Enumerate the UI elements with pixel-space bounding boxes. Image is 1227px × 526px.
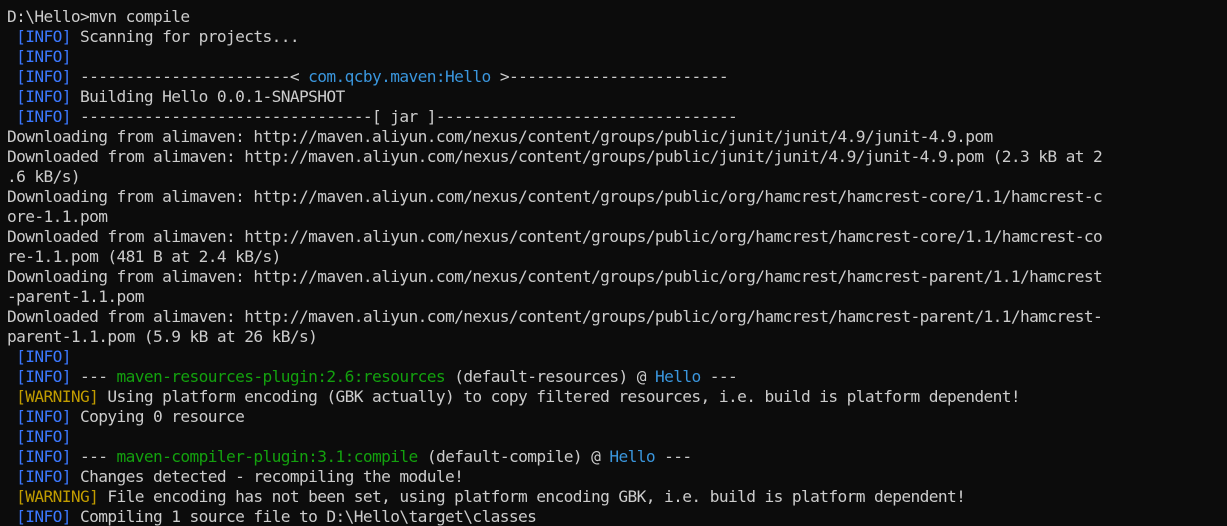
output-text: (default-resources) @	[445, 367, 655, 386]
output-text: Using platform encoding (GBK actually) t…	[98, 387, 1020, 406]
plugin-goal: maven-compiler-plugin:3.1:compile	[116, 447, 419, 466]
log-level-label: [INFO]	[7, 107, 71, 126]
output-text: parent-1.1.pom (5.9 kB at 26 kB/s)	[7, 327, 318, 346]
project-name: com.qcby.maven:Hello	[308, 67, 491, 86]
output-text: Copying 0 resource	[70, 407, 245, 426]
output-text: File encoding has not been set, using pl…	[98, 487, 966, 506]
output-text: Downloaded from alimaven: http://maven.a…	[7, 227, 1103, 246]
console-line: [WARNING] Using platform encoding (GBK a…	[7, 387, 1219, 407]
output-text: ---	[654, 447, 692, 466]
output-text: Downloading from alimaven: http://maven.…	[7, 187, 1103, 206]
console-line: [INFO] Compiling 1 source file to D:\Hel…	[7, 507, 1219, 526]
console-line: [INFO] Building Hello 0.0.1-SNAPSHOT	[7, 87, 1219, 107]
output-text: D:\Hello>mvn compile	[7, 7, 190, 26]
log-level-label: [INFO]	[7, 87, 71, 106]
console-line: [INFO] -----------------------< com.qcby…	[7, 67, 1219, 87]
project-name: Hello	[609, 447, 655, 466]
output-text: ---	[70, 367, 117, 386]
console-line: Downloading from alimaven: http://maven.…	[7, 187, 1219, 207]
output-text: -parent-1.1.pom	[7, 287, 145, 306]
console-line: [INFO] --------------------------------[…	[7, 107, 1219, 127]
log-level-label: [INFO]	[7, 27, 71, 46]
output-text: ore-1.1.pom	[7, 207, 108, 226]
console-line: [INFO] Copying 0 resource	[7, 407, 1219, 427]
plugin-goal: maven-resources-plugin:2.6:resources	[116, 367, 446, 386]
console-window[interactable]: D:\Hello>mvn compile [INFO] Scanning for…	[0, 0, 1227, 526]
console-line: [INFO] --- maven-compiler-plugin:3.1:com…	[7, 447, 1219, 467]
console-line: [INFO]	[7, 47, 1219, 67]
console-line: Downloaded from alimaven: http://maven.a…	[7, 227, 1219, 247]
log-level-label: [INFO]	[7, 467, 71, 486]
log-level-label: [INFO]	[7, 427, 71, 446]
output-text: Downloading from alimaven: http://maven.…	[7, 127, 993, 146]
console-line: -parent-1.1.pom	[7, 287, 1219, 307]
console-line: [INFO]	[7, 427, 1219, 447]
output-text: Changes detected - recompiling the modul…	[70, 467, 464, 486]
console-line: ore-1.1.pom	[7, 207, 1219, 227]
console-line: [INFO] Changes detected - recompiling th…	[7, 467, 1219, 487]
output-text: Downloaded from alimaven: http://maven.a…	[7, 307, 1103, 326]
console-line: Downloading from alimaven: http://maven.…	[7, 127, 1219, 147]
console-line: [INFO] --- maven-resources-plugin:2.6:re…	[7, 367, 1219, 387]
console-line: Downloaded from alimaven: http://maven.a…	[7, 307, 1219, 327]
warning-label: [WARNING]	[7, 487, 99, 506]
project-name: Hello	[654, 367, 701, 386]
log-level-label: [INFO]	[7, 47, 71, 66]
output-text: Downloading from alimaven: http://maven.…	[7, 267, 1103, 286]
log-level-label: [INFO]	[7, 407, 71, 426]
output-text: ---	[70, 447, 117, 466]
output-text: re-1.1.pom (481 B at 2.4 kB/s)	[7, 247, 281, 266]
output-text: (default-compile) @	[417, 447, 610, 466]
output-text: Building Hello 0.0.1-SNAPSHOT	[70, 87, 345, 106]
output-text: Compiling 1 source file to D:\Hello\targ…	[70, 507, 537, 526]
console-line: [WARNING] File encoding has not been set…	[7, 487, 1219, 507]
output-text: >------------------------	[490, 67, 729, 86]
console-line: [INFO]	[7, 347, 1219, 367]
log-level-label: [INFO]	[7, 347, 71, 366]
console-output[interactable]: D:\Hello>mvn compile [INFO] Scanning for…	[7, 7, 1219, 526]
console-line: .6 kB/s)	[7, 167, 1219, 187]
output-text: ---	[700, 367, 738, 386]
output-text: Downloaded from alimaven: http://maven.a…	[7, 147, 1103, 166]
console-line: Downloading from alimaven: http://maven.…	[7, 267, 1219, 287]
output-text: --------------------------------[ jar ]-…	[70, 107, 738, 126]
log-level-label: [INFO]	[7, 367, 71, 386]
output-text: .6 kB/s)	[7, 167, 81, 186]
log-level-label: [INFO]	[7, 447, 71, 466]
console-line: parent-1.1.pom (5.9 kB at 26 kB/s)	[7, 327, 1219, 347]
console-line: D:\Hello>mvn compile	[7, 7, 1219, 27]
console-line: [INFO] Scanning for projects...	[7, 27, 1219, 47]
console-line: Downloaded from alimaven: http://maven.a…	[7, 147, 1219, 167]
console-line: re-1.1.pom (481 B at 2.4 kB/s)	[7, 247, 1219, 267]
output-text: Scanning for projects...	[70, 27, 300, 46]
log-level-label: [INFO]	[7, 507, 71, 526]
log-level-label: [INFO]	[7, 67, 71, 86]
warning-label: [WARNING]	[7, 387, 99, 406]
output-text: -----------------------<	[70, 67, 309, 86]
